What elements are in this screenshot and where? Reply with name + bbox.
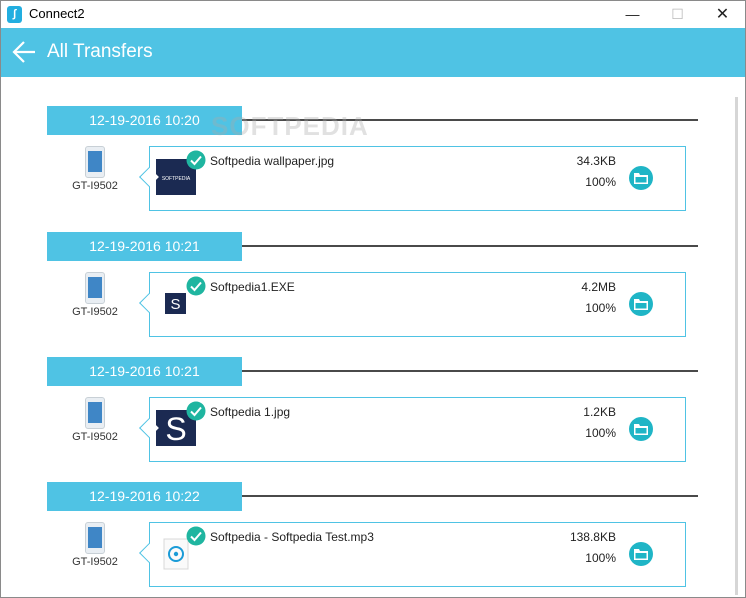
transfer-card[interactable]: S Softpedia 1.jpg 1.2KB 100% <box>149 397 686 462</box>
transfer-group: 12-19-2016 10:22 GT-I9502 Softpedia - So… <box>1 482 728 597</box>
transfer-date: 12-19-2016 10:22 <box>47 482 242 511</box>
scrollbar-thumb[interactable] <box>735 97 738 595</box>
title-bar: ∫ Connect2 — ☐ ✕ <box>1 1 745 28</box>
open-folder-button[interactable] <box>629 417 653 441</box>
phone-icon <box>85 522 105 554</box>
transfer-date: 12-19-2016 10:21 <box>47 357 242 386</box>
device-info: GT-I9502 <box>63 397 127 447</box>
check-icon <box>186 526 206 546</box>
transfer-group: 12-19-2016 10:21 GT-I9502 S Softpedia1.E… <box>1 232 728 357</box>
transfer-group: 12-19-2016 10:21 GT-I9502 S Softpedia 1.… <box>1 357 728 482</box>
connect2-logo-icon: ∫ <box>7 6 22 23</box>
device-name: GT-I9502 <box>72 556 118 568</box>
open-folder-button[interactable] <box>629 542 653 566</box>
file-name: Softpedia wallpaper.jpg <box>210 154 335 168</box>
phone-icon <box>85 397 105 429</box>
divider-line <box>242 245 698 247</box>
file-size: 138.8KB <box>569 530 616 544</box>
file-name: Softpedia 1.jpg <box>210 405 291 419</box>
svg-text:S: S <box>170 296 180 313</box>
check-icon <box>186 401 206 421</box>
page-title: All Transfers <box>47 41 153 62</box>
transfer-card[interactable]: S Softpedia1.EXE 4.2MB 100% <box>149 272 686 337</box>
check-icon <box>186 150 206 170</box>
device-name: GT-I9502 <box>72 180 118 192</box>
transfers-list: 12-19-2016 10:20 GT-I9502 SOFTPEDIA Soft… <box>1 77 745 597</box>
close-button[interactable]: ✕ <box>700 1 745 28</box>
window-title: Connect2 <box>29 6 85 21</box>
svg-text:SOFTPEDIA: SOFTPEDIA <box>162 176 191 182</box>
folder-icon <box>634 424 648 435</box>
minimize-button[interactable]: — <box>610 1 655 28</box>
phone-icon <box>85 146 105 178</box>
back-arrow-icon[interactable] <box>11 39 37 65</box>
transfer-date: 12-19-2016 10:21 <box>47 232 242 261</box>
folder-icon <box>634 549 648 560</box>
vertical-scrollbar[interactable] <box>728 77 745 597</box>
phone-icon <box>85 272 105 304</box>
transfer-progress: 100% <box>585 426 616 440</box>
watermark: SOFTPEDIA <box>211 111 369 141</box>
file-size: 34.3KB <box>576 154 616 168</box>
device-info: GT-I9502 <box>63 272 127 322</box>
divider-line <box>242 370 698 372</box>
file-name: Softpedia - Softpedia Test.mp3 <box>210 530 374 544</box>
page-header: All Transfers <box>1 28 745 77</box>
device-info: GT-I9502 <box>63 146 127 196</box>
device-info: GT-I9502 <box>63 522 127 572</box>
svg-text:S: S <box>165 411 186 446</box>
folder-icon <box>634 299 648 310</box>
file-size: 1.2KB <box>583 405 616 419</box>
transfer-card[interactable]: SOFTPEDIA Softpedia wallpaper.jpg 34.3KB… <box>149 146 686 211</box>
device-name: GT-I9502 <box>72 306 118 318</box>
file-name: Softpedia1.EXE <box>210 280 295 294</box>
maximize-button[interactable]: ☐ <box>655 1 700 28</box>
app-window: ∫ Connect2 — ☐ ✕ All Transfers 12-19-201… <box>0 0 746 598</box>
transfer-progress: 100% <box>585 301 616 315</box>
transfer-progress: 100% <box>585 551 616 565</box>
device-name: GT-I9502 <box>72 431 118 443</box>
check-icon <box>186 276 206 296</box>
open-folder-button[interactable] <box>629 292 653 316</box>
folder-icon <box>634 173 648 184</box>
file-size: 4.2MB <box>581 280 616 294</box>
transfer-progress: 100% <box>585 175 616 189</box>
open-folder-button[interactable] <box>629 166 653 190</box>
divider-line <box>242 495 698 497</box>
transfer-card[interactable]: Softpedia - Softpedia Test.mp3 138.8KB 1… <box>149 522 686 587</box>
